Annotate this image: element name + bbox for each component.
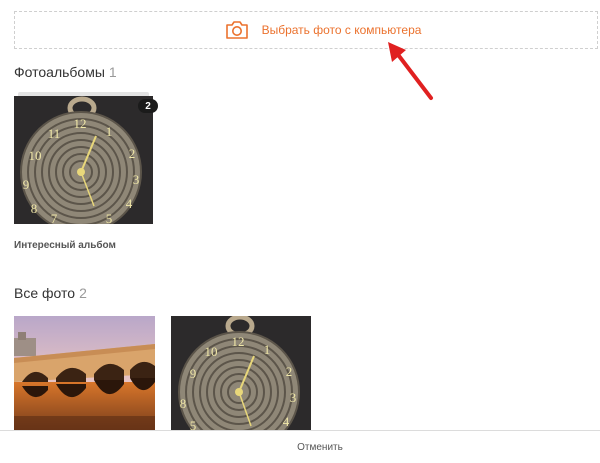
- photo-thumbnail[interactable]: 12 1 2 3 4 5 8 9 10: [171, 316, 311, 430]
- clock-numeral: 8: [31, 201, 38, 216]
- album-photo-count-badge: 2: [138, 99, 158, 113]
- clock-numeral: 4: [283, 414, 290, 429]
- clock-numeral: 2: [129, 146, 136, 161]
- photo-thumbnail[interactable]: [14, 316, 155, 430]
- clock-numeral: 8: [180, 396, 187, 411]
- upload-photo-label[interactable]: Выбрать фото с компьютера: [262, 23, 422, 37]
- clock-numeral: 9: [190, 366, 197, 381]
- clock-numeral: 3: [290, 390, 297, 405]
- album-cover-image[interactable]: 12 1 2 3 4 5 7 8 9 10 11: [14, 96, 153, 224]
- photos-section-title: Все фото 2: [14, 285, 87, 301]
- album-name[interactable]: Интересный альбом: [14, 240, 116, 251]
- clock-numeral: 1: [106, 124, 113, 139]
- cancel-button[interactable]: Отменить: [297, 442, 343, 453]
- photos-count: 2: [79, 285, 87, 301]
- upload-photo-content[interactable]: Выбрать фото с компьютера: [225, 20, 422, 40]
- albums-count: 1: [108, 64, 117, 80]
- camera-icon: [225, 20, 249, 40]
- clock-numeral: 10: [29, 148, 42, 163]
- clock-numeral: 3: [133, 172, 140, 187]
- clock-numeral: 2: [286, 364, 293, 379]
- clock-numeral: 12: [232, 334, 245, 349]
- clock-numeral: 5: [106, 211, 113, 224]
- bottom-bar: Отменить: [0, 430, 600, 463]
- clock-numeral: 11: [48, 126, 61, 141]
- clock-numeral: 5: [190, 418, 197, 430]
- albums-section-title: Фотоальбомы 1: [14, 64, 117, 80]
- red-arrow-icon: [388, 42, 433, 100]
- albums-title: Фотоальбомы: [14, 64, 105, 80]
- clock-numeral: 1: [264, 342, 271, 357]
- clock-numeral: 10: [205, 344, 218, 359]
- clock-numeral: 12: [74, 116, 87, 131]
- upload-photo-button[interactable]: Выбрать фото с компьютера: [14, 11, 598, 49]
- clock-numeral: 9: [23, 177, 30, 192]
- clock-numeral: 7: [51, 211, 58, 224]
- photos-title: Все фото: [14, 285, 76, 301]
- clock-numeral: 4: [126, 196, 133, 211]
